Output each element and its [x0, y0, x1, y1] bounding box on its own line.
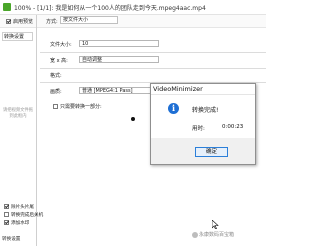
- left-footer: 转换设置: [2, 237, 21, 242]
- partial-checkbox[interactable]: 只需要转换一部分:: [53, 103, 102, 110]
- top-toolbar: 启用预览 方式: 按文件大小: [0, 15, 266, 28]
- app-icon: [3, 3, 11, 11]
- drop-hint[interactable]: 请把视频文件拖到此框内: [2, 108, 34, 120]
- dialog-separator: [151, 94, 255, 95]
- option-label: 除片头片尾: [11, 205, 34, 210]
- cursor-icon: [212, 220, 219, 229]
- window-title: 100% - [1/1]: 我是如何从一个100人的团队走到今天.mpeg4aa…: [14, 5, 206, 12]
- option-shutdown[interactable]: 转换完成后关机: [4, 212, 43, 220]
- quality-select[interactable]: 普通 [MPEG4:1 Pass]: [79, 87, 159, 94]
- time-value: 0:00:23: [222, 124, 244, 130]
- preview-checkbox[interactable]: 启用预览: [6, 18, 33, 25]
- mode-label: 方式:: [46, 19, 58, 25]
- time-label: 用时:: [192, 126, 205, 132]
- checkbox-icon[interactable]: [53, 104, 58, 109]
- title-bar: 100% - [1/1]: 我是如何从一个100人的团队走到今天.mpeg4aa…: [0, 0, 266, 15]
- watermark: 永康数码百宝箱: [192, 231, 234, 238]
- option-watermark[interactable]: 添加水印: [4, 220, 43, 228]
- option-trim[interactable]: 除片头片尾: [4, 204, 43, 212]
- filesize-input[interactable]: 10: [79, 40, 159, 47]
- left-panel: 转换设置 请把视频文件拖到此框内 除片头片尾 转换完成后关机 添加水印 转换设置: [0, 28, 43, 246]
- size-label: 宽 x 高:: [50, 58, 68, 64]
- watermark-icon: [192, 231, 198, 238]
- ok-button[interactable]: 确定: [195, 147, 228, 157]
- checkbox-icon[interactable]: [4, 212, 9, 217]
- mode-select[interactable]: 按文件大小: [60, 16, 118, 24]
- mouse-dot: [131, 117, 135, 121]
- completion-dialog: VideoMinimizer i 转换完成! 用时: 0:00:23 确定: [150, 83, 256, 165]
- checkbox-icon[interactable]: [4, 204, 9, 209]
- option-label: 添加水印: [11, 221, 30, 226]
- checkbox-icon[interactable]: [4, 220, 9, 225]
- format-label: 格式:: [50, 73, 62, 79]
- options-list: 除片头片尾 转换完成后关机 添加水印: [4, 204, 43, 228]
- partial-label: 只需要转换一部分:: [60, 104, 102, 110]
- dialog-message: 转换完成!: [192, 107, 219, 114]
- quality-label: 画质:: [50, 89, 62, 95]
- size-input[interactable]: 自动调整: [79, 56, 159, 63]
- filesize-label: 文件大小:: [50, 42, 72, 48]
- divider: [40, 68, 266, 69]
- preview-label: 启用预览: [13, 19, 34, 25]
- checkbox-icon[interactable]: [6, 19, 11, 24]
- watermark-text: 永康数码百宝箱: [199, 232, 235, 238]
- panel-header: 转换设置: [2, 32, 33, 41]
- option-label: 转换完成后关机: [11, 213, 44, 218]
- dialog-title: VideoMinimizer: [153, 85, 203, 93]
- divider: [40, 52, 266, 53]
- info-icon: i: [168, 103, 179, 114]
